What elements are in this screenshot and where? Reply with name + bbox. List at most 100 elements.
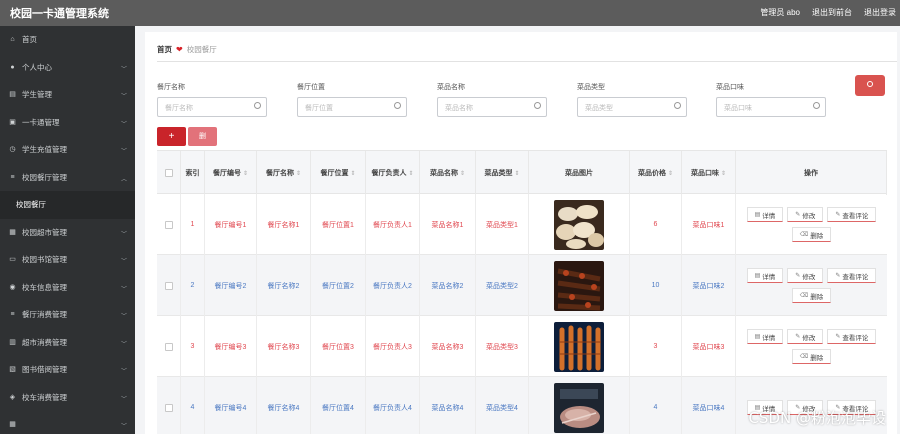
action-label: 修改 bbox=[802, 212, 816, 220]
sidebar-item[interactable]: ● 个人中心 ﹀ bbox=[0, 54, 135, 82]
delete-row-button[interactable]: ⌫ 删除 bbox=[791, 349, 832, 364]
column-header-label: 餐厅负责人 bbox=[371, 170, 407, 177]
checkbox[interactable] bbox=[164, 342, 173, 351]
comments-button[interactable]: ✎ 查看评论 bbox=[827, 207, 877, 222]
column-header[interactable]: 菜品口味 ⇕ bbox=[682, 151, 736, 195]
column-header[interactable]: 餐厅负责人 ⇕ bbox=[366, 151, 420, 195]
action-icon: ✎ bbox=[835, 212, 841, 218]
delete-button[interactable]: 删 bbox=[188, 127, 217, 146]
front-link[interactable]: 退出到前台 bbox=[812, 7, 852, 18]
more-icon: ▦ bbox=[9, 421, 16, 429]
select-all-checkbox[interactable] bbox=[157, 151, 181, 195]
sidebar-item[interactable]: ▧ 图书借阅管理 ﹀ bbox=[0, 356, 135, 384]
filter-placeholder: 餐厅位置 bbox=[305, 105, 333, 112]
filter-input[interactable]: 餐厅名称 bbox=[157, 97, 267, 117]
filter-input[interactable]: 菜品名称 bbox=[437, 97, 547, 117]
sidebar: ⌂ 首页 ● 个人中心 ﹀ ▤ 学生管理 ﹀ ▣ 一卡通管理 ﹀ ◷ 学生充值管理 ﹀ ≡ 校园餐厅管理 ︿ 校园… bbox=[0, 26, 135, 434]
checkbox[interactable] bbox=[164, 403, 173, 412]
sidebar-item[interactable]: 校园餐厅 bbox=[0, 191, 135, 219]
edit-button[interactable]: ✎ 修改 bbox=[787, 329, 824, 344]
sidebar-item[interactable]: ◈ 校车消费管理 ﹀ bbox=[0, 384, 135, 412]
grid-icon: ▦ bbox=[9, 228, 16, 236]
sort-icon[interactable]: ⇕ bbox=[350, 170, 355, 177]
filter-input[interactable]: 菜品口味 bbox=[716, 97, 826, 117]
row-select bbox=[157, 255, 181, 316]
cell-image bbox=[529, 194, 630, 255]
action-icon: ⌫ bbox=[799, 293, 809, 299]
column-header[interactable]: 餐厅位置 ⇕ bbox=[311, 151, 366, 195]
checkbox[interactable] bbox=[164, 220, 173, 229]
filter-field: 菜品名称 菜品名称 bbox=[437, 82, 547, 117]
sidebar-item[interactable]: ▭ 校园书馆管理 ﹀ bbox=[0, 246, 135, 274]
action-icon: ✎ bbox=[795, 212, 801, 218]
edit-button[interactable]: ✎ 修改 bbox=[787, 268, 824, 283]
chevron-down-icon: ﹀ bbox=[120, 149, 127, 155]
detail-button[interactable]: ▤ 详情 bbox=[746, 329, 784, 344]
edit-button[interactable]: ✎ 修改 bbox=[787, 207, 824, 222]
detail-button[interactable]: ▤ 详情 bbox=[746, 268, 784, 283]
clock-icon: ◷ bbox=[9, 146, 16, 154]
cell-type: 菜品类型1 bbox=[476, 194, 529, 255]
sort-icon[interactable]: ⇕ bbox=[668, 170, 673, 177]
card-icon: ▣ bbox=[9, 118, 16, 126]
sort-icon[interactable]: ⇕ bbox=[243, 170, 248, 177]
sidebar-item[interactable]: ▣ 一卡通管理 ﹀ bbox=[0, 109, 135, 137]
sidebar-item[interactable]: ▤ 学生管理 ﹀ bbox=[0, 81, 135, 109]
sidebar-item[interactable]: ≡ 餐厅消费管理 ﹀ bbox=[0, 301, 135, 329]
delete-row-button[interactable]: ⌫ 删除 bbox=[791, 288, 832, 303]
filter-input[interactable]: 菜品类型 bbox=[577, 97, 687, 117]
sort-icon[interactable]: ⇕ bbox=[721, 170, 726, 177]
sidebar-item-label: 一卡通管理 bbox=[22, 117, 60, 127]
sidebar-item[interactable]: ▥ 超市消费管理 ﹀ bbox=[0, 329, 135, 357]
filter-field: 菜品类型 菜品类型 bbox=[577, 82, 687, 117]
sidebar-item[interactable]: ≡ 校园餐厅管理 ︿ bbox=[0, 164, 135, 192]
sidebar-item[interactable]: ◷ 学生充值管理 ﹀ bbox=[0, 136, 135, 164]
cell-index: 2 bbox=[181, 255, 205, 316]
filter-input[interactable]: 餐厅位置 bbox=[297, 97, 407, 117]
breadcrumb-home[interactable]: 首页 bbox=[157, 44, 172, 55]
checkbox[interactable] bbox=[164, 281, 173, 290]
sidebar-item-label: 图书借阅管理 bbox=[22, 365, 67, 375]
column-header[interactable]: 菜品价格 ⇕ bbox=[630, 151, 682, 195]
row-actions: ▤ 详情 ✎ 修改 ✎ 查看评论 ⌫ 删除 bbox=[736, 194, 887, 255]
add-button[interactable]: + bbox=[157, 127, 186, 146]
sidebar-item-label: 超市消费管理 bbox=[22, 337, 67, 347]
sort-icon[interactable]: ⇕ bbox=[296, 170, 301, 177]
row-actions: ▤ 详情 ✎ 修改 ✎ 查看评论 ⌫ 删除 bbox=[736, 255, 887, 316]
logout-link[interactable]: 退出登录 bbox=[864, 7, 896, 18]
cell-index: 1 bbox=[181, 194, 205, 255]
delete-row-button[interactable]: ⌫ 删除 bbox=[791, 227, 832, 242]
column-header[interactable]: 餐厅编号 ⇕ bbox=[205, 151, 257, 195]
sidebar-item[interactable]: ◉ 校车信息管理 ﹀ bbox=[0, 274, 135, 302]
app-title: 校园一卡通管理系统 bbox=[10, 8, 109, 20]
action-label: 修改 bbox=[802, 273, 816, 281]
content-panel: 首页 ❤ 校园餐厅 餐厅名称 餐厅名称 餐厅位置 餐厅位置 菜品名称 菜品名称 菜品类型 菜品… bbox=[145, 32, 897, 434]
sidebar-item-label: 校园超市管理 bbox=[22, 227, 67, 237]
column-header[interactable]: 餐厅名称 ⇕ bbox=[257, 151, 311, 195]
action-label: 详情 bbox=[762, 273, 776, 281]
comments-button[interactable]: ✎ 查看评论 bbox=[827, 268, 877, 283]
cell-name: 餐厅名称4 bbox=[257, 377, 311, 434]
book-icon: ▧ bbox=[9, 366, 16, 374]
filter-placeholder: 餐厅名称 bbox=[165, 105, 193, 112]
cell-image bbox=[529, 377, 630, 434]
main-area: 首页 ❤ 校园餐厅 餐厅名称 餐厅名称 餐厅位置 餐厅位置 菜品名称 菜品名称 菜品类型 菜品… bbox=[135, 26, 900, 434]
sort-icon[interactable]: ⇕ bbox=[514, 170, 519, 177]
action-icon: ⌫ bbox=[799, 354, 809, 360]
sidebar-item[interactable]: ⌂ 首页 bbox=[0, 26, 135, 54]
chevron-down-icon: ﹀ bbox=[120, 66, 127, 73]
action-label: 修改 bbox=[802, 334, 816, 342]
comments-button[interactable]: ✎ 查看评论 bbox=[827, 329, 877, 344]
sort-icon[interactable]: ⇕ bbox=[460, 170, 465, 177]
column-header[interactable]: 菜品类型 ⇕ bbox=[476, 151, 529, 195]
sidebar-item[interactable]: ▦ 校园超市管理 ﹀ bbox=[0, 219, 135, 247]
search-button[interactable] bbox=[855, 75, 885, 96]
detail-button[interactable]: ▤ 详情 bbox=[746, 207, 784, 222]
sidebar-item[interactable]: ▦ ﹀ bbox=[0, 411, 135, 434]
chevron-down-icon: ﹀ bbox=[120, 341, 127, 348]
checkbox[interactable] bbox=[164, 169, 173, 177]
sort-icon[interactable]: ⇕ bbox=[408, 170, 413, 177]
dish-image bbox=[554, 199, 604, 250]
column-header[interactable]: 菜品名称 ⇕ bbox=[420, 151, 476, 195]
row-select bbox=[157, 316, 181, 377]
